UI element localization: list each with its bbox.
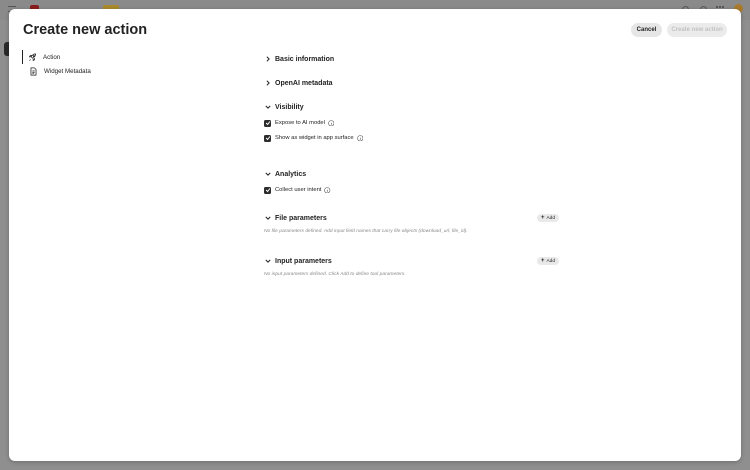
section-input-parameters: Input parameters + Add No input paramete… <box>264 255 559 277</box>
checkbox-label: Collect user intent <box>275 187 322 193</box>
section-basic-information: Basic information <box>264 53 559 65</box>
section-title: Input parameters <box>275 257 332 265</box>
collect-user-intent-option: Collect user intent <box>264 185 559 195</box>
section-title: File parameters <box>275 214 327 222</box>
section-visibility: Visibility Expose to AI model Show as wi… <box>264 101 559 143</box>
nav-item-widget-metadata[interactable]: Widget Metadata <box>21 64 91 78</box>
add-input-parameter-button[interactable]: + Add <box>537 257 559 265</box>
section-title: OpenAI metadata <box>275 79 333 87</box>
section-toggle[interactable]: Visibility <box>264 101 559 113</box>
chevron-down-icon <box>264 103 272 111</box>
add-label: Add <box>546 258 556 264</box>
section-toggle[interactable]: OpenAI metadata <box>264 77 559 89</box>
section-toggle[interactable]: Input parameters <box>264 255 559 267</box>
plus-icon: + <box>540 215 545 221</box>
nav-item-label: Action <box>43 53 61 61</box>
dialog-nav: Action Widget Metadata <box>21 50 91 78</box>
expose-to-ai-model-checkbox[interactable] <box>264 119 271 127</box>
dialog-title: Create new action <box>23 22 148 38</box>
chevron-down-icon <box>264 170 272 178</box>
add-label: Add <box>546 215 556 221</box>
nav-item-label: Widget Metadata <box>44 67 91 75</box>
section-toggle[interactable]: File parameters <box>264 212 559 224</box>
section-toggle[interactable]: Basic information <box>264 53 559 65</box>
cancel-button[interactable]: Cancel <box>631 23 662 37</box>
chevron-down-icon <box>264 257 272 265</box>
section-toggle[interactable]: Analytics <box>264 168 559 180</box>
section-openai-metadata: OpenAI metadata <box>264 77 559 89</box>
section-title: Basic information <box>275 55 335 63</box>
info-icon[interactable] <box>324 187 331 194</box>
add-file-parameter-button[interactable]: + Add <box>537 214 559 222</box>
checkbox-label: Expose to AI model <box>275 120 325 126</box>
create-action-dialog: Create new action Cancel Create new acti… <box>9 9 741 461</box>
show-as-widget-option: Show as widget in app surface <box>264 133 559 143</box>
info-icon[interactable] <box>356 135 364 142</box>
nav-item-action[interactable]: Action <box>23 50 91 64</box>
section-title: Analytics <box>275 170 307 178</box>
section-file-parameters: File parameters + Add No file parameters… <box>264 212 559 234</box>
chevron-right-icon <box>264 79 272 87</box>
expose-to-ai-model-option: Expose to AI model <box>264 118 559 128</box>
collect-user-intent-checkbox[interactable] <box>264 186 271 194</box>
empty-state-text: No input parameters defined. Click Add t… <box>264 272 406 277</box>
create-new-action-button[interactable]: Create new action <box>667 23 727 37</box>
section-analytics: Analytics Collect user intent <box>264 168 559 195</box>
document-icon <box>29 66 38 76</box>
section-title: Visibility <box>275 103 304 111</box>
chevron-down-icon <box>264 214 272 222</box>
empty-state-text: No file parameters defined. Add input fi… <box>264 229 468 234</box>
info-icon[interactable] <box>328 120 335 127</box>
chevron-right-icon <box>264 55 272 63</box>
rocket-icon <box>28 52 37 62</box>
show-as-widget-checkbox[interactable] <box>264 134 271 142</box>
plus-icon: + <box>540 258 545 264</box>
checkbox-label: Show as widget in app surface <box>275 135 354 141</box>
